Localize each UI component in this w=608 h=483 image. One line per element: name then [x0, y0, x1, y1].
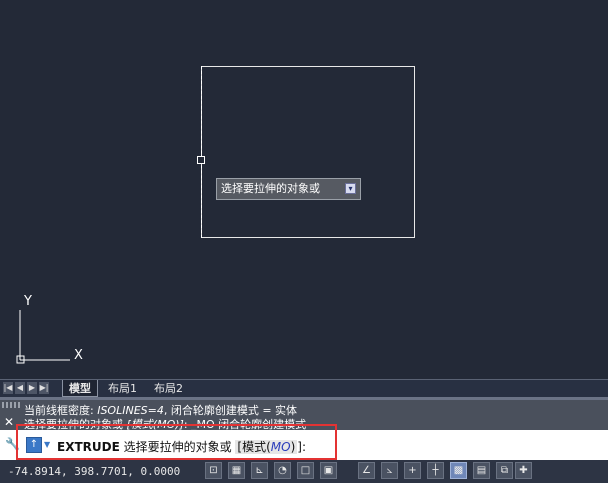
3d-object-snap-button[interactable]: ▣ [320, 462, 337, 479]
tab-model[interactable]: 模型 [62, 380, 98, 397]
last-tab-button[interactable]: ▶| [39, 382, 49, 394]
panel-divider [0, 397, 608, 400]
quick-properties-button[interactable]: ▤ [473, 462, 490, 479]
command-recent-icon[interactable]: ↑ [26, 437, 42, 453]
next-tab-button[interactable]: ▶ [27, 382, 37, 394]
dynamic-ucs-button[interactable]: ⦣ [381, 462, 398, 479]
grid-display-button[interactable]: ▦ [228, 462, 245, 479]
object-snap-tracking-button[interactable]: ∠ [358, 462, 375, 479]
drag-grip-handle[interactable] [2, 402, 20, 408]
layout-tabs-bar: |◀ ◀ ▶ ▶| 模型 布局1 布局2 [0, 379, 608, 398]
drawing-canvas[interactable]: 选择要拉伸的对象或 ▾ Y X [0, 0, 608, 379]
command-name: EXTRUDE [57, 440, 120, 454]
selection-cycling-button[interactable]: ⧉ [496, 462, 513, 479]
tab-layout2[interactable]: 布局2 [148, 380, 189, 397]
ucs-y-label: Y [23, 294, 32, 309]
lineweight-button[interactable]: ┼ [427, 462, 444, 479]
status-bar: -74.8914, 398.7701, 0.0000 ⊡ ▦ ⊾ ◔ □ ▣ ∠… [0, 460, 608, 483]
chevron-down-icon[interactable]: ▼ [44, 440, 50, 449]
command-prompt[interactable]: EXTRUDE 选择要拉伸的对象或 [模式(MO)]: [57, 438, 306, 455]
command-option-mode[interactable]: [模式(MO) [235, 440, 298, 454]
ortho-mode-button[interactable]: ⊾ [251, 462, 268, 479]
snap-mode-button[interactable]: ⊡ [205, 462, 222, 479]
close-icon[interactable]: ✕ [4, 415, 14, 429]
polar-tracking-button[interactable]: ◔ [274, 462, 291, 479]
annotation-monitor-button[interactable]: ✚ [515, 462, 532, 479]
ucs-x-label: X [74, 348, 83, 363]
prev-tab-button[interactable]: ◀ [15, 382, 25, 394]
object-snap-button[interactable]: □ [297, 462, 314, 479]
dynamic-input-button[interactable]: + [404, 462, 421, 479]
ucs-icon: Y X [16, 294, 83, 364]
coordinate-readout: -74.8914, 398.7701, 0.0000 [8, 465, 181, 478]
transparency-button[interactable]: ▩ [450, 462, 467, 479]
first-tab-button[interactable]: |◀ [3, 382, 13, 394]
tab-layout1[interactable]: 布局1 [102, 380, 143, 397]
